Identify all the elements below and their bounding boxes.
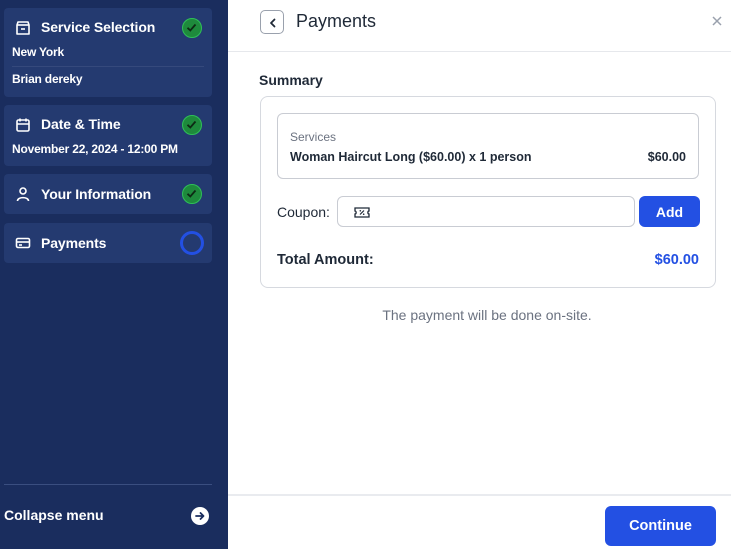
add-coupon-button[interactable]: Add bbox=[639, 196, 700, 227]
user-icon bbox=[15, 186, 31, 202]
check-icon bbox=[182, 184, 202, 204]
total-amount-label: Total Amount: bbox=[277, 252, 374, 268]
services-box: Services Woman Haircut Long ($60.00) x 1… bbox=[277, 113, 699, 179]
step-your-information[interactable]: Your Information bbox=[4, 174, 212, 214]
store-icon bbox=[15, 20, 31, 36]
collapse-menu-label[interactable]: Collapse menu bbox=[4, 507, 104, 523]
payment-note: The payment will be done on-site. bbox=[382, 307, 592, 323]
check-icon bbox=[182, 115, 202, 135]
summary-card: Services Woman Haircut Long ($60.00) x 1… bbox=[260, 96, 716, 288]
coupon-label: Coupon: bbox=[277, 204, 330, 220]
services-label: Services bbox=[290, 130, 337, 144]
check-icon bbox=[182, 18, 202, 38]
header: Payments bbox=[228, 0, 731, 52]
coupon-input[interactable] bbox=[374, 202, 624, 222]
step-title: Date & Time bbox=[41, 116, 121, 132]
step-date-time[interactable]: Date & Time November 22, 2024 - 12:00 PM bbox=[4, 105, 212, 166]
coupon-ticket-icon bbox=[354, 206, 370, 224]
credit-card-icon bbox=[15, 235, 31, 251]
close-icon[interactable] bbox=[711, 14, 723, 32]
step-payments[interactable]: Payments bbox=[4, 223, 212, 263]
summary-heading: Summary bbox=[259, 72, 323, 88]
collapse-arrow-icon[interactable] bbox=[191, 507, 209, 525]
step-detail-datetime: November 22, 2024 - 12:00 PM bbox=[12, 142, 178, 156]
calendar-icon bbox=[15, 117, 31, 133]
service-price: $60.00 bbox=[647, 150, 686, 164]
step-service-selection[interactable]: Service Selection New York Brian dereky bbox=[4, 8, 212, 97]
step-title: Your Information bbox=[41, 186, 152, 202]
total-amount-value: $60.00 bbox=[654, 252, 699, 268]
step-detail-employee: Brian dereky bbox=[12, 72, 83, 86]
back-button[interactable] bbox=[260, 10, 284, 34]
step-title: Service Selection bbox=[41, 19, 156, 35]
step-detail-location: New York bbox=[12, 45, 64, 59]
current-step-indicator bbox=[180, 231, 204, 255]
footer: Continue bbox=[228, 494, 731, 549]
main-panel: Payments Summary Services Woman Haircut … bbox=[228, 0, 731, 549]
divider bbox=[12, 66, 204, 67]
sidebar: Service Selection New York Brian dereky … bbox=[0, 0, 228, 549]
coupon-field[interactable] bbox=[337, 196, 635, 227]
service-name: Woman Haircut Long ($60.00) x 1 person bbox=[290, 150, 532, 164]
booking-app: Service Selection New York Brian dereky … bbox=[0, 0, 731, 549]
step-title: Payments bbox=[41, 235, 107, 251]
page-title: Payments bbox=[296, 11, 377, 31]
divider bbox=[4, 484, 212, 485]
continue-button[interactable]: Continue bbox=[605, 506, 716, 546]
